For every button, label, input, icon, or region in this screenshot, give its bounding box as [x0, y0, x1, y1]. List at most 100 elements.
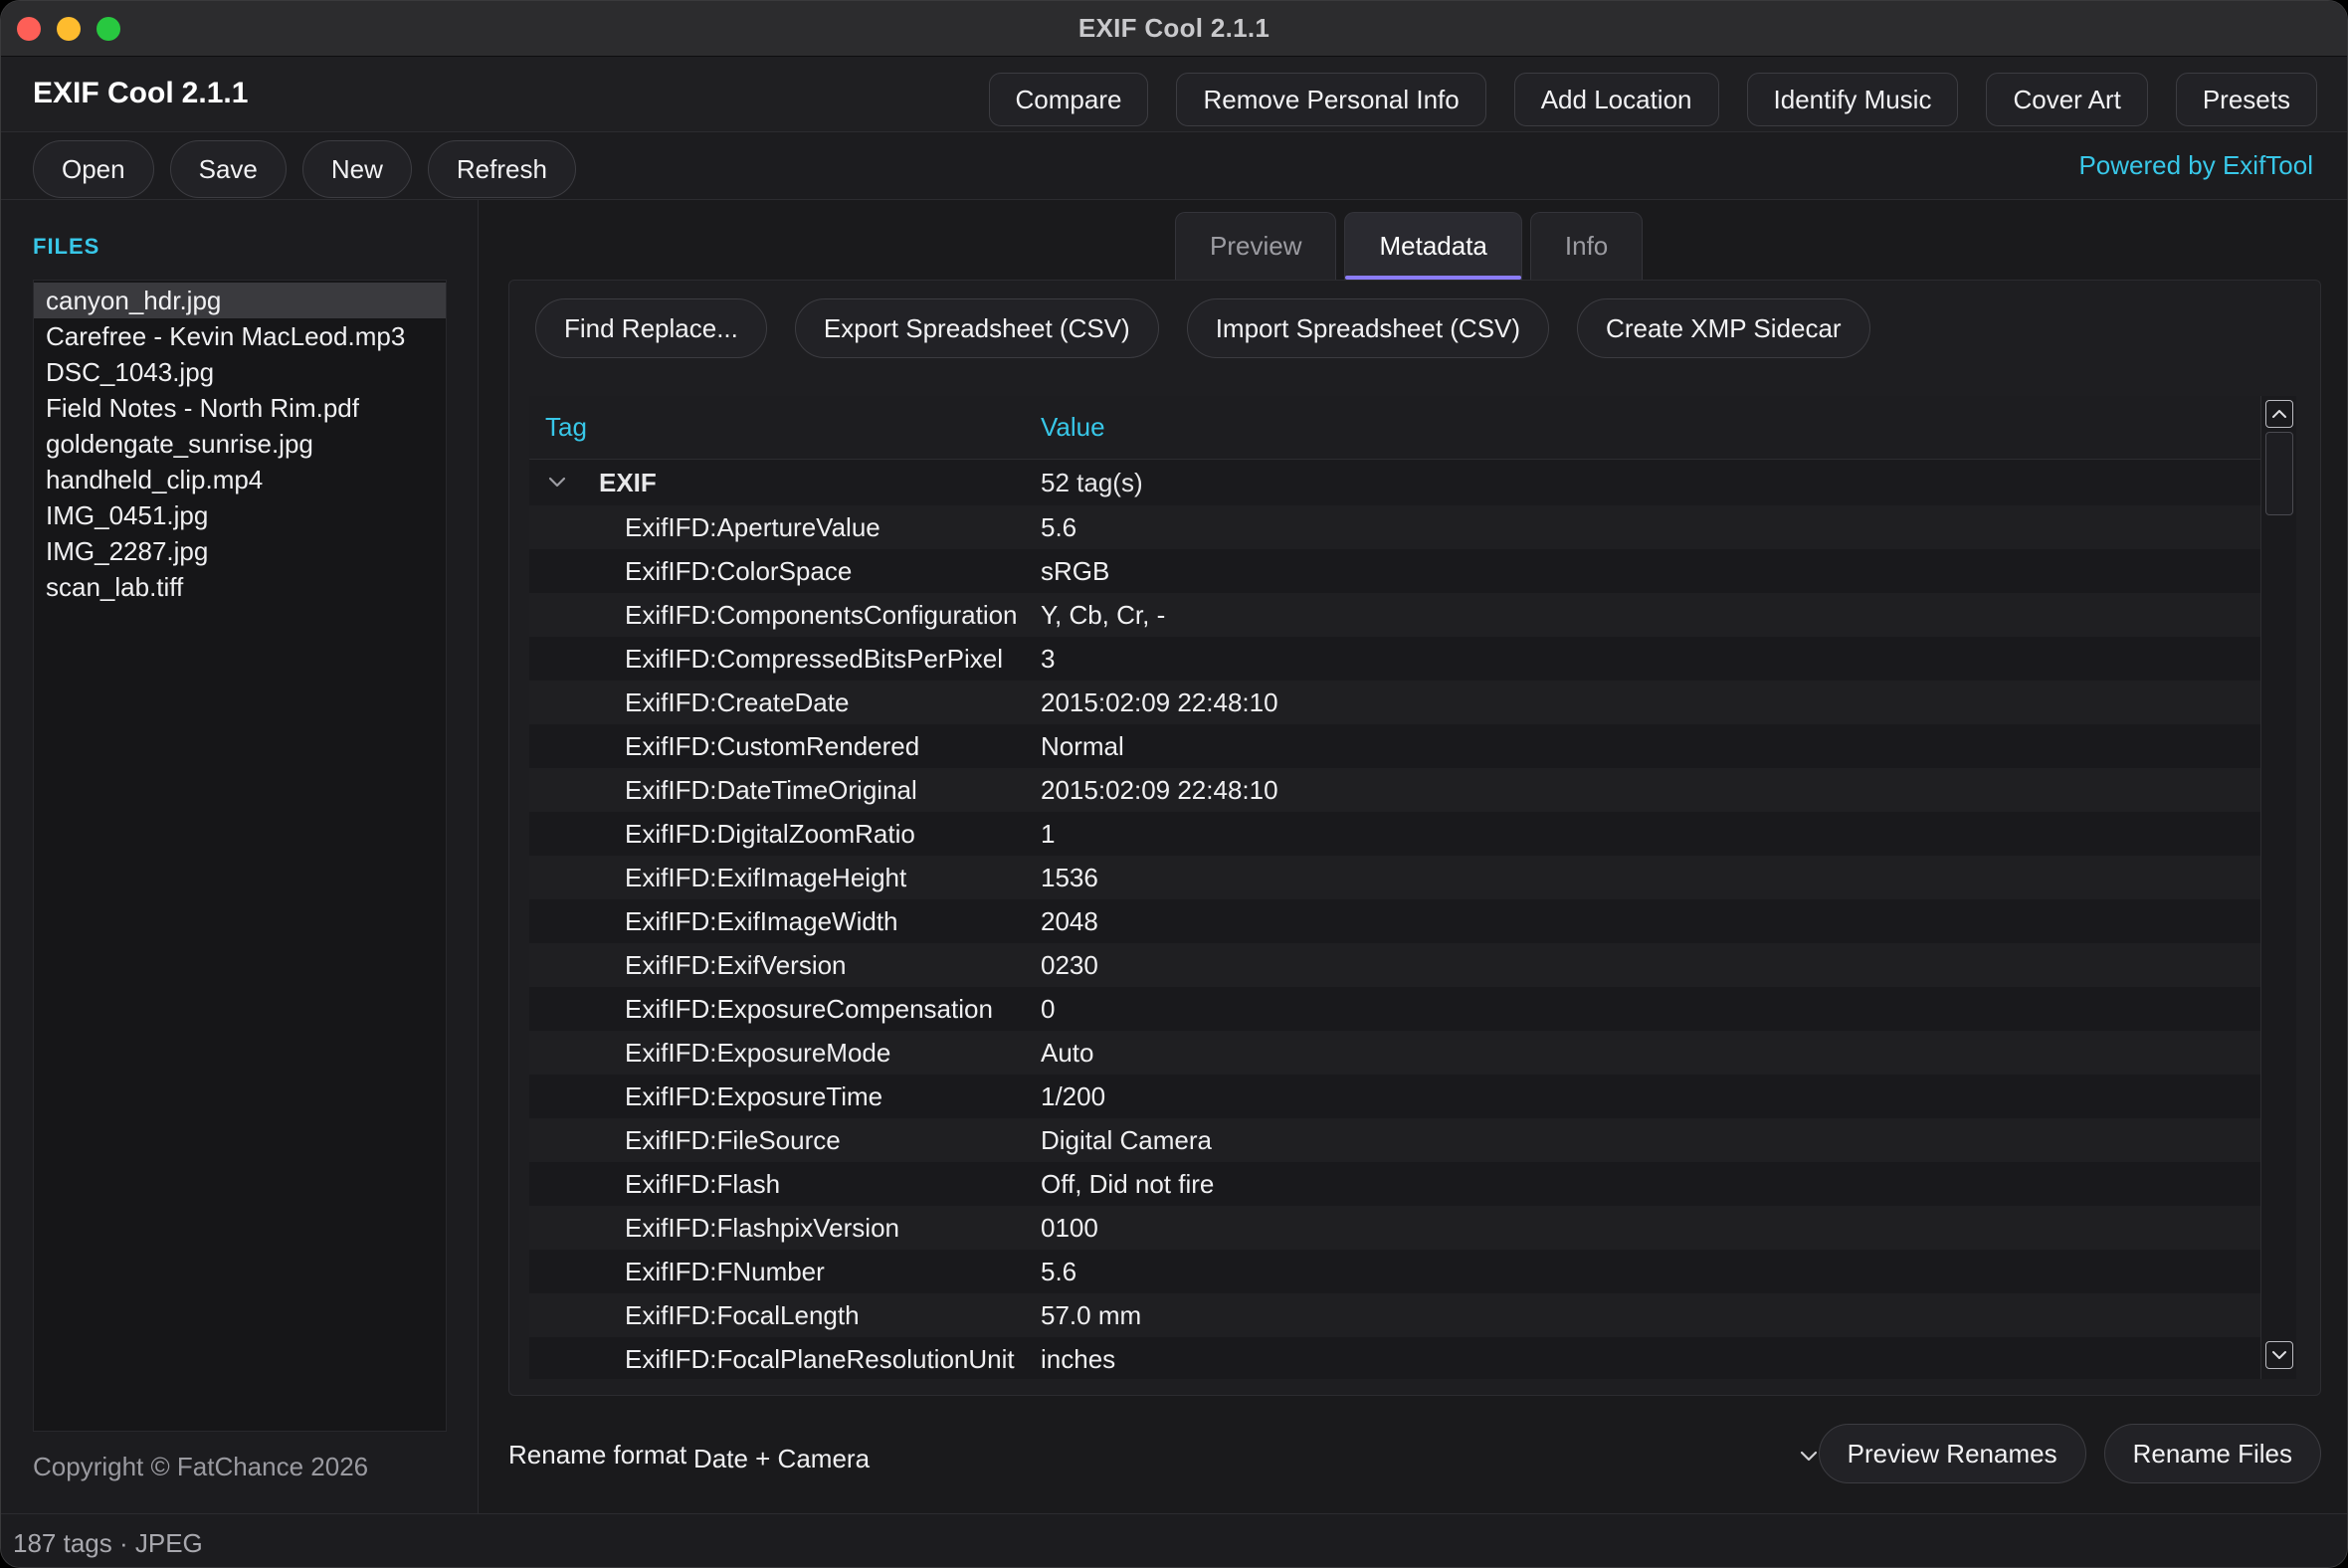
table-row[interactable]: ExifIFD:ExposureCompensation 0	[529, 987, 2280, 1031]
file-item-scan-lab[interactable]: scan_lab.tiff	[34, 569, 446, 605]
zoom-window-button[interactable]	[97, 17, 120, 41]
minimize-window-button[interactable]	[57, 17, 81, 41]
rename-actions: Preview Renames Rename Files	[1818, 1424, 2321, 1483]
value-cell[interactable]: 2015:02:09 22:48:10	[1041, 687, 1278, 718]
value-cell[interactable]: inches	[1041, 1344, 1115, 1375]
preview-renames-button[interactable]: Preview Renames	[1818, 1424, 2086, 1483]
table-row[interactable]: ExifIFD:ColorSpace sRGB	[529, 549, 2280, 593]
tag-cell: ExifIFD:ExifVersion	[625, 949, 847, 980]
value-cell[interactable]: 0100	[1041, 1213, 1098, 1244]
value-cell[interactable]: 3	[1041, 644, 1055, 675]
table-scrollbar[interactable]	[2260, 396, 2296, 1379]
close-window-button[interactable]	[17, 17, 41, 41]
header-actions: Compare Remove Personal Info Add Locatio…	[988, 73, 2317, 126]
tag-cell: ExifIFD:ExifImageHeight	[625, 862, 907, 892]
export-csv-button[interactable]: Export Spreadsheet (CSV)	[794, 298, 1159, 358]
value-cell[interactable]: sRGB	[1041, 556, 1109, 587]
tab-info[interactable]: Info	[1529, 212, 1644, 280]
column-header-tag[interactable]: Tag	[529, 412, 1041, 443]
table-row[interactable]: ExifIFD:ExifImageHeight 1536	[529, 856, 2280, 899]
file-list[interactable]: canyon_hdr.jpg Carefree - Kevin MacLeod.…	[33, 280, 447, 1432]
file-item-canyon-hdr[interactable]: canyon_hdr.jpg	[34, 283, 446, 318]
value-cell[interactable]: 2048	[1041, 906, 1098, 937]
identify-music-button[interactable]: Identify Music	[1746, 73, 1959, 126]
rename-files-button[interactable]: Rename Files	[2103, 1424, 2321, 1483]
remove-personal-info-button[interactable]: Remove Personal Info	[1176, 73, 1486, 126]
table-row[interactable]: ExifIFD:ApertureValue 5.6	[529, 505, 2280, 549]
value-cell[interactable]: Auto	[1041, 1038, 1094, 1069]
value-cell[interactable]: Y, Cb, Cr, -	[1041, 600, 1165, 631]
metadata-table: Tag Value EXIF 52 tag(s) ExifIFD:Apertur…	[529, 396, 2280, 1379]
table-row[interactable]: ExifIFD:ExposureTime 1/200	[529, 1075, 2280, 1118]
file-item-img-0451[interactable]: IMG_0451.jpg	[34, 497, 446, 533]
table-row[interactable]: ExifIFD:ComponentsConfiguration Y, Cb, Cr…	[529, 593, 2280, 637]
rename-format-select[interactable]: Date + Camera	[693, 1434, 1832, 1483]
file-item-dsc-1043[interactable]: DSC_1043.jpg	[34, 354, 446, 390]
value-cell[interactable]: 1/200	[1041, 1081, 1105, 1112]
tab-preview[interactable]: Preview	[1175, 212, 1337, 280]
table-row[interactable]: ExifIFD:DigitalZoomRatio 1	[529, 812, 2280, 856]
scrollbar-thumb[interactable]	[2265, 432, 2293, 515]
table-row[interactable]: ExifIFD:FocalLength 57.0 mm	[529, 1293, 2280, 1337]
app-window: EXIF Cool 2.1.1 EXIF Cool 2.1.1 Compare R…	[0, 0, 2348, 1568]
group-row-exif[interactable]: EXIF 52 tag(s)	[529, 460, 2280, 505]
value-cell[interactable]: 0	[1041, 994, 1055, 1025]
tag-cell: ExifIFD:ExposureCompensation	[625, 993, 993, 1024]
file-item-img-2287[interactable]: IMG_2287.jpg	[34, 533, 446, 569]
create-xmp-sidecar-button[interactable]: Create XMP Sidecar	[1577, 298, 1870, 358]
rename-bar: Rename format Date + Camera Preview Rena…	[508, 1422, 2321, 1491]
value-cell[interactable]: Digital Camera	[1041, 1125, 1212, 1156]
file-item-carefree-mp3[interactable]: Carefree - Kevin MacLeod.mp3	[34, 318, 446, 354]
value-cell[interactable]: Normal	[1041, 731, 1124, 762]
value-cell[interactable]: Off, Did not fire	[1041, 1169, 1214, 1200]
file-item-goldengate-sunrise[interactable]: goldengate_sunrise.jpg	[34, 426, 446, 462]
table-row[interactable]: ExifIFD:CustomRendered Normal	[529, 724, 2280, 768]
presets-button[interactable]: Presets	[2175, 73, 2317, 126]
value-cell[interactable]: 1536	[1041, 863, 1098, 893]
add-location-button[interactable]: Add Location	[1513, 73, 1719, 126]
table-row[interactable]: ExifIFD:FileSource Digital Camera	[529, 1118, 2280, 1162]
table-row[interactable]: ExifIFD:FNumber 5.6	[529, 1250, 2280, 1293]
save-button[interactable]: Save	[169, 140, 287, 198]
window-controls	[17, 17, 120, 41]
value-cell[interactable]: 5.6	[1041, 1257, 1076, 1287]
cover-art-button[interactable]: Cover Art	[1986, 73, 2148, 126]
tag-cell: ExifIFD:DateTimeOriginal	[625, 774, 917, 805]
table-row[interactable]: ExifIFD:FlashpixVersion 0100	[529, 1206, 2280, 1250]
table-row[interactable]: ExifIFD:CreateDate 2015:02:09 22:48:10	[529, 681, 2280, 724]
find-replace-button[interactable]: Find Replace...	[535, 298, 767, 358]
column-header-value[interactable]: Value	[1041, 412, 1105, 443]
value-cell[interactable]: 2015:02:09 22:48:10	[1041, 775, 1278, 806]
compare-button[interactable]: Compare	[988, 73, 1149, 126]
table-row[interactable]: ExifIFD:ExifVersion 0230	[529, 943, 2280, 987]
table-row[interactable]: ExifIFD:ExposureMode Auto	[529, 1031, 2280, 1075]
tab-metadata[interactable]: Metadata	[1344, 212, 1522, 280]
table-row[interactable]: ExifIFD:CompressedBitsPerPixel 3	[529, 637, 2280, 681]
scroll-up-button[interactable]	[2265, 400, 2293, 428]
tag-cell: ExifIFD:CompressedBitsPerPixel	[625, 643, 1003, 674]
value-cell[interactable]: 57.0 mm	[1041, 1300, 1141, 1331]
value-cell[interactable]: 5.6	[1041, 512, 1076, 543]
tag-cell: ExifIFD:ComponentsConfiguration	[625, 599, 1018, 630]
app-header: EXIF Cool 2.1.1 Compare Remove Personal I…	[1, 57, 2347, 132]
file-item-field-notes-pdf[interactable]: Field Notes - North Rim.pdf	[34, 390, 446, 426]
table-row[interactable]: ExifIFD:FocalPlaneResolutionUnit inches	[529, 1337, 2280, 1379]
scroll-down-button[interactable]	[2265, 1341, 2293, 1369]
new-button[interactable]: New	[301, 140, 412, 198]
value-cell[interactable]: 1	[1041, 819, 1055, 850]
table-row[interactable]: ExifIFD:Flash Off, Did not fire	[529, 1162, 2280, 1206]
status-bar: 187 tags · JPEG	[1, 1513, 2347, 1567]
powered-by-link[interactable]: Powered by ExifTool	[2078, 150, 2313, 181]
chevron-down-icon[interactable]	[543, 469, 571, 496]
import-csv-button[interactable]: Import Spreadsheet (CSV)	[1186, 298, 1550, 358]
table-row[interactable]: ExifIFD:DateTimeOriginal 2015:02:09 22:48…	[529, 768, 2280, 812]
refresh-button[interactable]: Refresh	[427, 140, 576, 198]
open-button[interactable]: Open	[33, 140, 154, 198]
group-count: 52 tag(s)	[1041, 467, 1143, 497]
file-actions: Open Save New Refresh	[33, 140, 576, 198]
table-body: ExifIFD:ApertureValue 5.6 ExifIFD:ColorSp…	[529, 505, 2280, 1379]
value-cell[interactable]: 0230	[1041, 950, 1098, 981]
app-version: 2.1.1	[181, 77, 249, 109]
file-item-handheld-clip[interactable]: handheld_clip.mp4	[34, 462, 446, 497]
table-row[interactable]: ExifIFD:ExifImageWidth 2048	[529, 899, 2280, 943]
